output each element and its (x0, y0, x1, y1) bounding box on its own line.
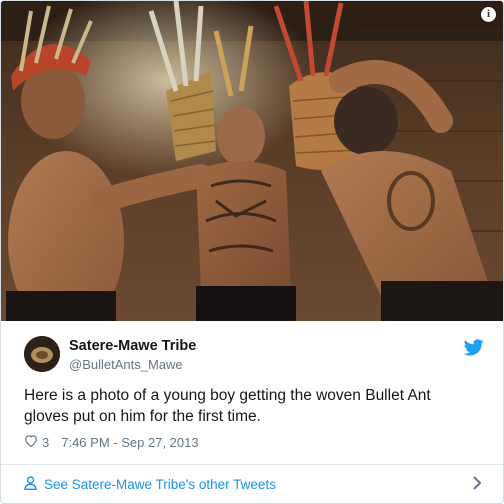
like-count[interactable]: 3 (42, 435, 49, 450)
other-tweets-link[interactable]: See Satere-Mawe Tribe's other Tweets (24, 476, 276, 493)
twitter-bird-icon[interactable] (463, 339, 484, 361)
avatar[interactable] (24, 336, 60, 372)
author-handle[interactable]: @BulletAnts_Mawe (69, 357, 183, 372)
chevron-right-icon[interactable] (472, 475, 482, 496)
author-display-name[interactable]: Satere-Mawe Tribe (69, 338, 196, 354)
info-icon[interactable]: i (481, 7, 496, 22)
tweet-header: Satere-Mawe Tribe @BulletAnts_Mawe (24, 335, 484, 375)
tweet-timestamp[interactable]: 7:46 PM - Sep 27, 2013 (61, 435, 198, 450)
tweet-text: Here is a photo of a young boy getting t… (24, 387, 431, 425)
photo-illustration (1, 1, 503, 321)
tweet-footer[interactable]: See Satere-Mawe Tribe's other Tweets (1, 464, 503, 503)
person-icon (24, 476, 37, 493)
tweet-card[interactable]: i Satere-Mawe Tribe @BulletAnts_Mawe Her… (0, 0, 504, 504)
other-tweets-label[interactable]: See Satere-Mawe Tribe's other Tweets (44, 477, 276, 492)
heart-icon[interactable] (24, 434, 38, 450)
tweet-meta: 3 7:46 PM - Sep 27, 2013 (24, 434, 199, 450)
tweet-photo[interactable]: i (1, 1, 503, 321)
